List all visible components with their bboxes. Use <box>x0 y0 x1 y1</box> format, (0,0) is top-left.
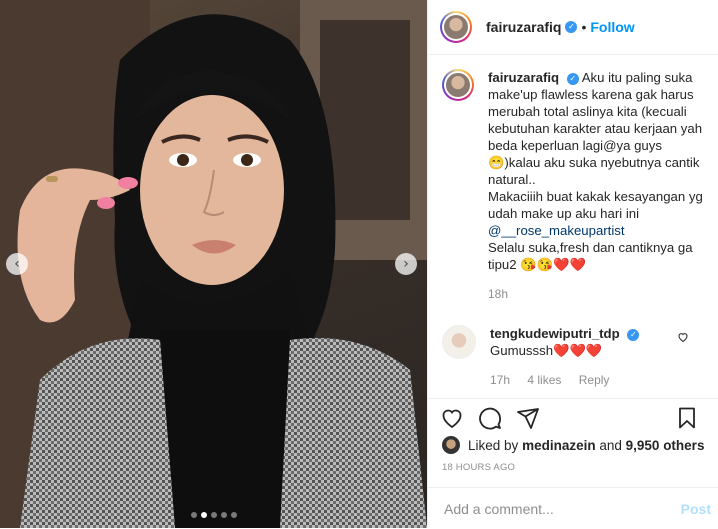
comments-list: fairuzarafiq ✓ Aku itu paling suka make'… <box>428 55 718 409</box>
verified-badge-icon: ✓ <box>566 73 579 85</box>
caption-line: merubah total aslinya kita (kecuali <box>488 104 687 119</box>
chevron-left-icon[interactable]: ‹ <box>6 253 28 275</box>
follow-button[interactable]: Follow <box>590 19 634 35</box>
carousel-dot-active <box>200 512 207 518</box>
caption-row: fairuzarafiq ✓ Aku itu paling suka make'… <box>442 69 707 303</box>
caption-line: beda keperluan lagi@ya guys <box>488 138 662 153</box>
caption-meta: 18h <box>488 286 707 303</box>
avatar[interactable] <box>442 69 474 101</box>
likes-summary: Liked by medinazein and 9,950 others <box>442 436 704 454</box>
carousel-dot <box>210 512 217 518</box>
comment-author[interactable]: tengkudewiputri_tdp <box>490 326 620 341</box>
heart-icon[interactable] <box>440 406 464 430</box>
caption-line: 😁)kalau aku suka nyebutnya cantik <box>488 155 700 170</box>
verified-badge-icon: ✓ <box>627 329 640 341</box>
post-header: fairuzarafiq ✓ • Follow <box>428 0 718 55</box>
likes-and: and <box>599 437 622 453</box>
post-timestamp[interactable]: 18 HOURS AGO <box>442 462 515 473</box>
comment-icon[interactable] <box>478 406 502 430</box>
reply-button[interactable]: Reply <box>579 373 610 387</box>
comment-hearts: ❤️❤️❤️ <box>553 343 603 358</box>
avatar[interactable] <box>442 325 476 359</box>
carousel-dot <box>220 512 227 518</box>
header-username[interactable]: fairuzarafiq <box>486 19 561 35</box>
carousel-dots <box>0 512 427 518</box>
verified-badge-icon: ✓ <box>565 21 578 33</box>
instagram-post: ‹ › fairuzarafiq ✓ • Follow fairuzarafiq… <box>0 0 718 528</box>
post-side-panel: fairuzarafiq ✓ • Follow fairuzarafiq ✓ A… <box>427 0 718 528</box>
caption-line: Selalu suka,fresh dan cantiknya ga <box>488 240 693 255</box>
action-bar <box>428 398 718 437</box>
chevron-right-icon[interactable]: › <box>395 253 417 275</box>
avatar[interactable] <box>440 11 472 43</box>
caption-line: udah make up aku hari ini <box>488 206 640 221</box>
caption-line: natural.. <box>488 172 536 187</box>
bookmark-icon[interactable] <box>675 406 699 430</box>
separator-dot: • <box>581 19 587 35</box>
post-button[interactable]: Post <box>681 501 711 517</box>
carousel-dot <box>190 512 197 518</box>
comment-meta: 17h 4 likes Reply <box>490 372 707 389</box>
comment-likes[interactable]: 4 likes <box>527 373 561 387</box>
caption-line: kebutuhan karakter atau kerjaan yah <box>488 121 703 136</box>
caption-line: Aku itu paling suka <box>581 70 693 85</box>
comment-input[interactable] <box>442 499 666 518</box>
heart-outline-icon[interactable] <box>677 331 689 346</box>
caption-line: tipu2 😘😘❤️❤️ <box>488 257 586 272</box>
comment-text: Gumusssh <box>490 343 554 358</box>
portrait-illustration <box>0 0 427 528</box>
caption-line: make'up flawless karena gak harus <box>488 87 694 102</box>
post-photo[interactable]: ‹ › <box>0 0 427 528</box>
comment-body: tengkudewiputri_tdp ✓ Gumusssh❤️❤️❤️ 17h… <box>490 325 707 389</box>
add-comment-bar: Post <box>428 487 718 529</box>
caption-line: Makaciiih buat kakak kesayangan yg <box>488 189 703 204</box>
comment-time[interactable]: 17h <box>490 373 510 387</box>
carousel-dot <box>230 512 237 518</box>
likes-prefix: Liked by <box>468 437 519 453</box>
liker-avatar[interactable] <box>442 436 460 454</box>
caption-body: fairuzarafiq ✓ Aku itu paling suka make'… <box>488 69 707 303</box>
likes-others[interactable]: 9,950 others <box>626 438 705 453</box>
share-icon[interactable] <box>516 406 540 430</box>
caption-time[interactable]: 18h <box>488 287 508 301</box>
comment-row: tengkudewiputri_tdp ✓ Gumusssh❤️❤️❤️ 17h… <box>442 325 707 389</box>
caption-mention-link[interactable]: @__rose_makeupartist <box>488 222 707 239</box>
likes-user[interactable]: medinazein <box>522 438 596 453</box>
caption-author[interactable]: fairuzarafiq <box>488 70 559 85</box>
